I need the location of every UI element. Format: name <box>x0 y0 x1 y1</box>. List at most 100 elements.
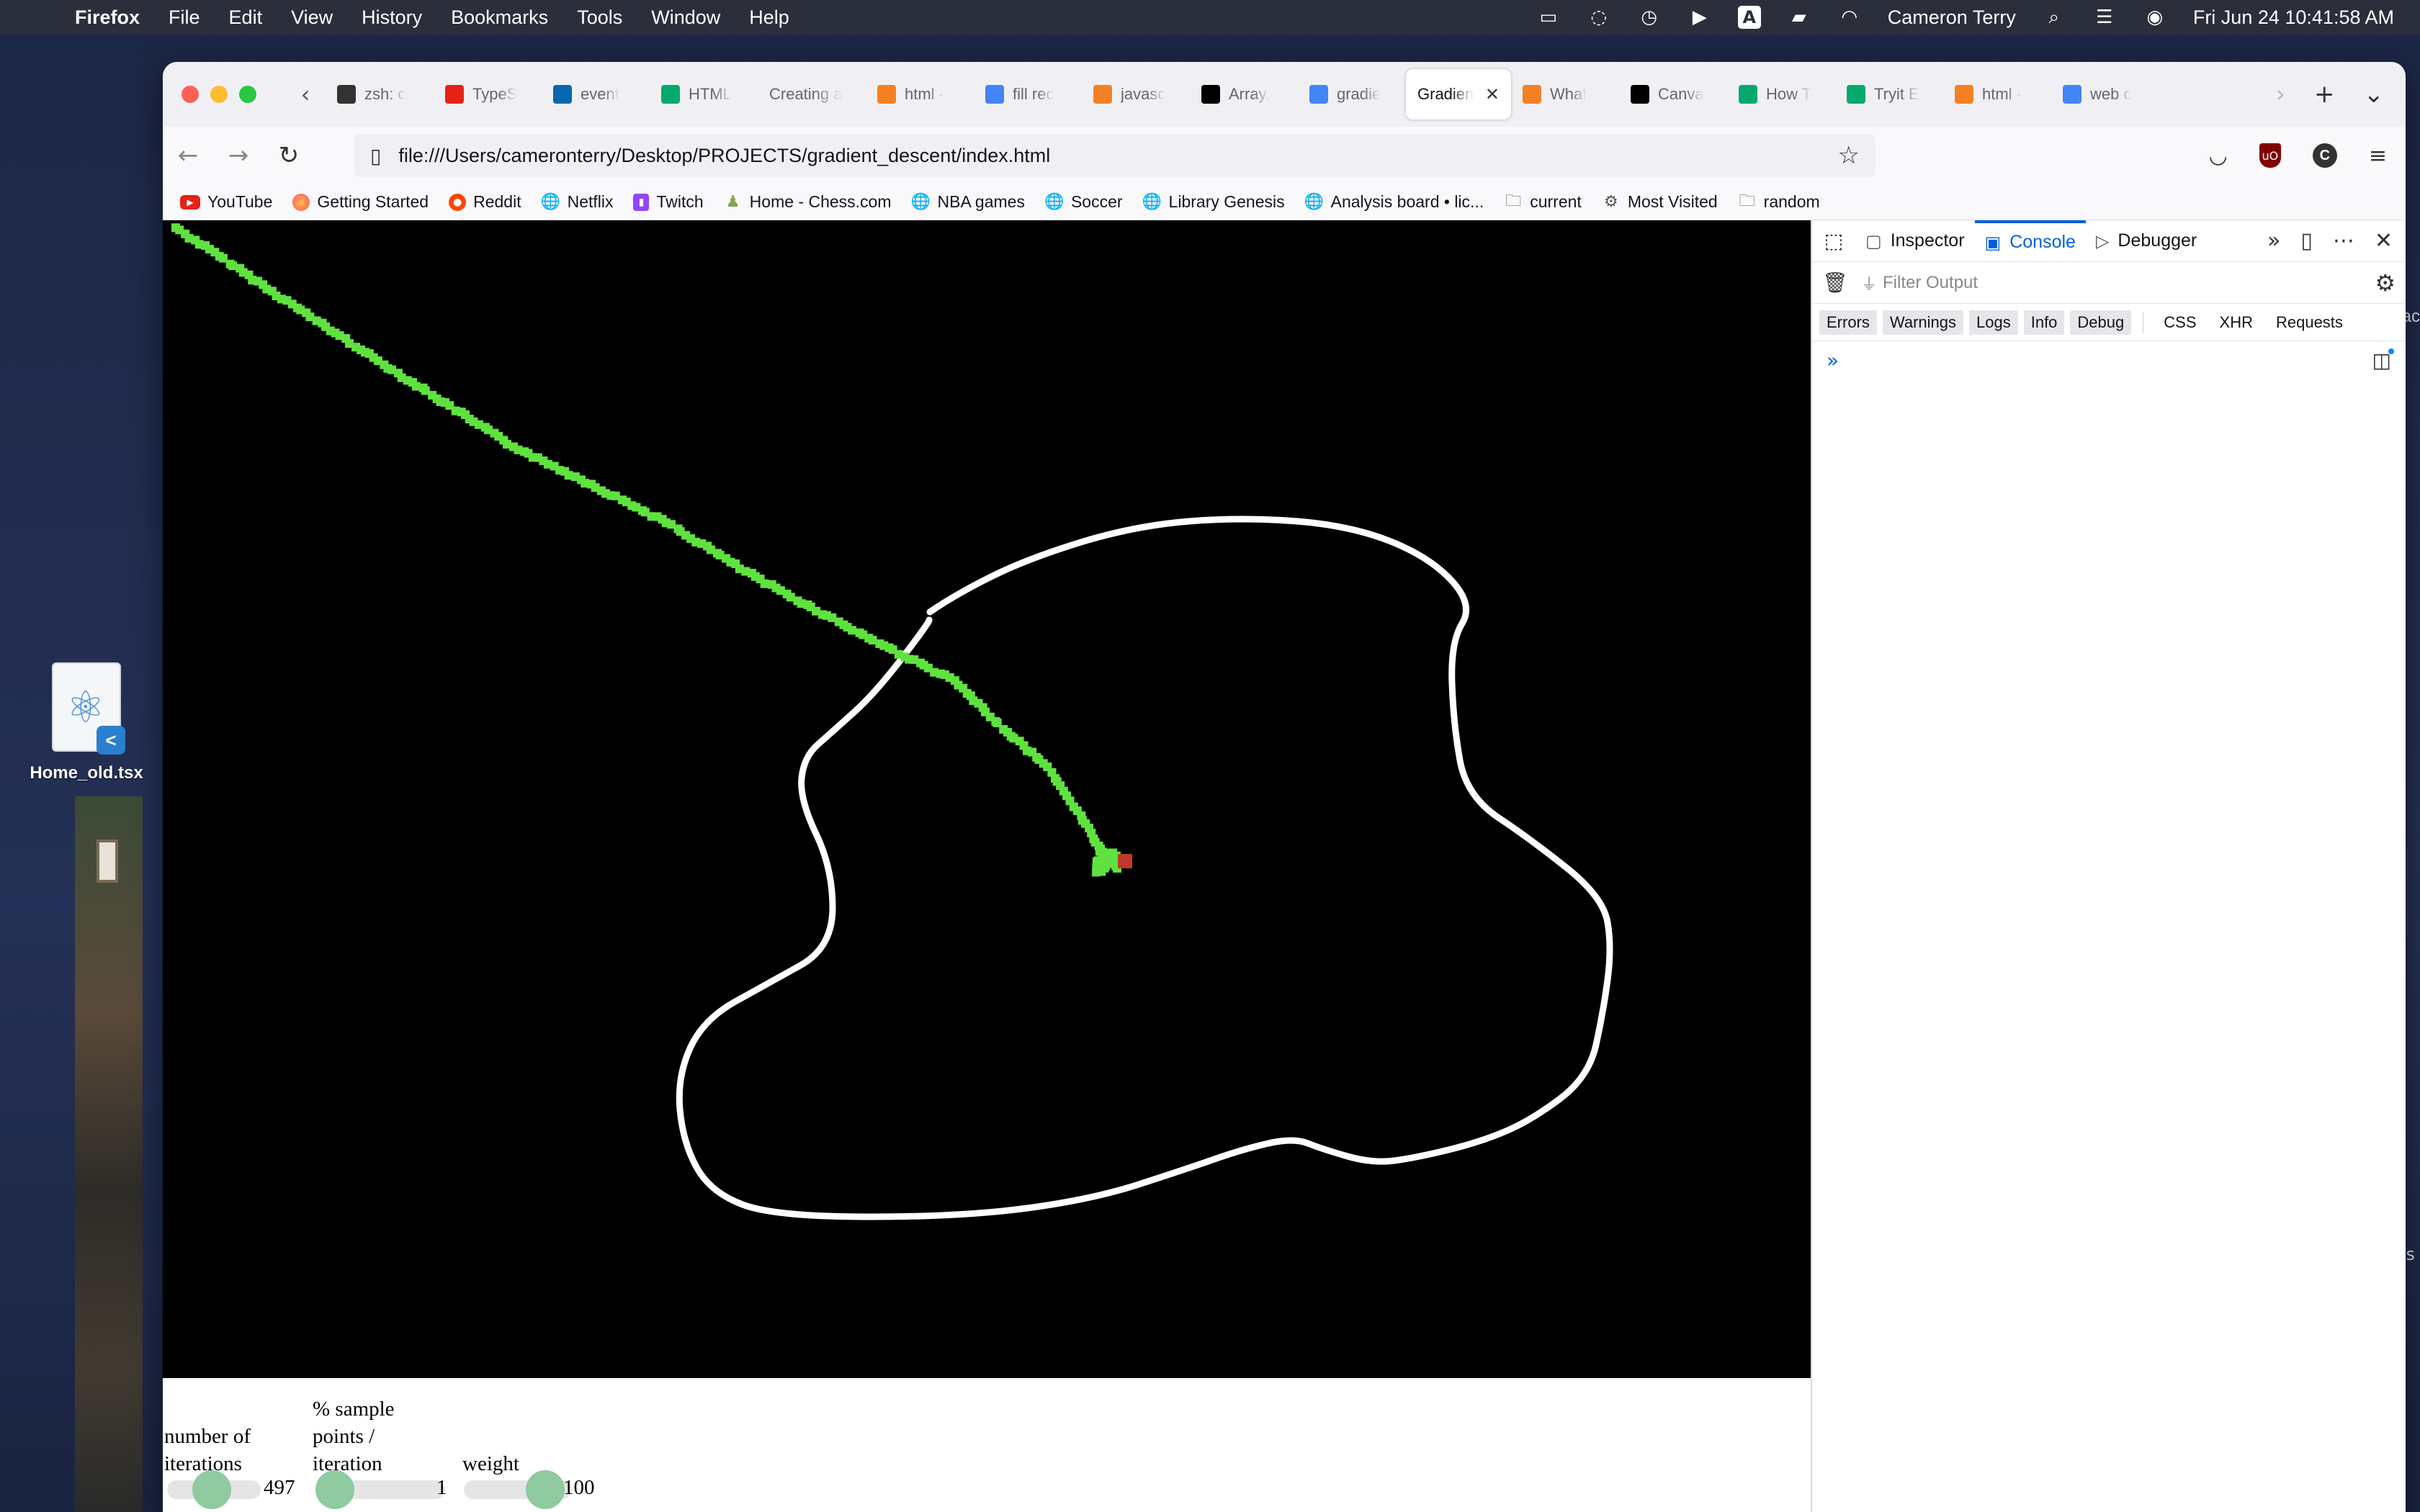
browser-tab[interactable]: HTML <box>650 69 758 120</box>
input-source-icon[interactable]: A <box>1737 6 1761 29</box>
weight-slider[interactable] <box>464 1470 572 1509</box>
back-button[interactable]: ← <box>163 141 213 170</box>
console-settings-icon[interactable]: ⚙ <box>2375 269 2396 297</box>
browser-tab[interactable]: Tryit E <box>1835 69 1943 120</box>
bookmark-item[interactable]: ♟ Home - Chess.com <box>724 192 892 212</box>
weight-slider-thumb[interactable] <box>525 1470 565 1509</box>
browser-tab[interactable]: html - <box>1943 69 2051 120</box>
window-maximize-button[interactable] <box>239 86 256 103</box>
browser-tab[interactable]: fill rec <box>974 69 1082 120</box>
editor-mode-toggle-icon[interactable]: ◫ <box>2372 348 2394 372</box>
bookmark-item[interactable]: ● Reddit <box>449 192 521 212</box>
bookmark-item[interactable]: 🗀 random <box>1738 192 1820 212</box>
bookmark-item[interactable]: 🌐 Analysis board • lic... <box>1304 192 1484 212</box>
control-center-icon[interactable]: ☰ <box>2092 5 2117 30</box>
filter-logs[interactable]: Logs <box>1969 310 2018 335</box>
menu-history[interactable]: History <box>347 6 436 29</box>
time-machine-icon[interactable]: ◷ <box>1637 5 1662 30</box>
console-input[interactable]: » ◫ <box>1812 341 2406 379</box>
browser-tab[interactable]: event <box>542 69 650 120</box>
new-tab-button[interactable]: + <box>2314 80 2335 109</box>
spotlight-search-icon[interactable]: ⌕ <box>2042 5 2066 30</box>
iterations-slider[interactable] <box>167 1470 261 1509</box>
profile-avatar-icon[interactable]: C <box>2312 143 2337 168</box>
tabs-scroll-left-icon[interactable]: ‹ <box>285 81 326 108</box>
gradient-descent-canvas[interactable] <box>163 220 1811 1378</box>
filter-requests[interactable]: Requests <box>2267 310 2352 335</box>
bookmark-item[interactable]: ▶ YouTube <box>180 192 272 212</box>
devtools-close-icon[interactable]: ✕ <box>2375 228 2393 253</box>
tab-inspector[interactable]: ▢ Inspector <box>1855 220 1975 262</box>
sample-points-slider-thumb[interactable] <box>315 1470 354 1509</box>
bookmark-item[interactable]: ⚙ Most Visited <box>1602 192 1718 212</box>
browser-tab[interactable]: web c <box>2051 69 2159 120</box>
bookmark-item[interactable]: 🌐 Netflix <box>541 192 614 212</box>
menubar-user-name[interactable]: Cameron Terry <box>1888 6 2016 29</box>
bookmark-item[interactable]: Getting Started <box>292 192 429 212</box>
bookmark-item[interactable]: ▮ Twitch <box>633 192 704 212</box>
sample-points-slider[interactable] <box>315 1470 445 1509</box>
ublock-origin-icon[interactable]: uO <box>2259 143 2281 168</box>
tab-close-icon[interactable]: ✕ <box>1485 84 1500 104</box>
filter-css[interactable]: CSS <box>2155 310 2205 335</box>
browser-tab[interactable]: html - <box>866 69 974 120</box>
desktop-file-home-old[interactable]: ⚛ < Home_old.tsx <box>14 662 158 783</box>
filter-output-input[interactable]: ⏚ Filter Output <box>1861 271 2375 294</box>
iterations-slider-thumb[interactable] <box>192 1470 232 1509</box>
menu-view[interactable]: View <box>277 6 347 29</box>
url-text[interactable]: file:///Users/cameronterry/Desktop/PROJE… <box>398 145 1837 167</box>
browser-tab[interactable]: How T <box>1727 69 1835 120</box>
menu-bookmarks[interactable]: Bookmarks <box>436 6 563 29</box>
pocket-icon[interactable]: ◡ <box>2209 143 2228 168</box>
browser-tab[interactable]: Canva <box>1619 69 1727 120</box>
bookmark-star-icon[interactable]: ☆ <box>1838 141 1860 170</box>
play-icon[interactable]: ▶ <box>1688 5 1712 30</box>
browser-tab[interactable]: What <box>1511 69 1619 120</box>
browser-tab[interactable]: Creating a <box>758 69 866 120</box>
battery-icon[interactable]: ▰ <box>1787 5 1811 30</box>
bookmark-label: Twitch <box>656 192 704 211</box>
reload-button[interactable]: ↻ <box>264 141 314 170</box>
wifi-icon[interactable]: ◠ <box>1837 5 1862 30</box>
filter-info[interactable]: Info <box>2023 310 2065 335</box>
tabs-scroll-right-icon[interactable]: › <box>2275 80 2285 109</box>
window-minimize-button[interactable] <box>210 86 228 103</box>
more-tools-icon[interactable]: » <box>2267 228 2280 253</box>
cast-icon[interactable]: ▭ <box>1536 5 1561 30</box>
tab-debugger-label: Debugger <box>2118 230 2197 251</box>
browser-tab[interactable]: zsh: c <box>326 69 434 120</box>
forward-button[interactable]: → <box>213 141 264 170</box>
dock-side-icon[interactable]: ▯ <box>2300 228 2313 253</box>
clear-console-icon[interactable]: 🗑 <box>1822 271 1854 294</box>
filter-debug[interactable]: Debug <box>2070 310 2132 335</box>
siri-icon[interactable]: ◉ <box>2143 5 2167 30</box>
bookmark-item[interactable]: 🗀 current <box>1504 192 1582 212</box>
menu-tools[interactable]: Tools <box>563 6 637 29</box>
list-all-tabs-icon[interactable]: ⌄ <box>2364 80 2385 109</box>
menubar-clock[interactable]: Fri Jun 24 10:41:58 AM <box>2193 6 2394 29</box>
sync-icon[interactable]: ◌ <box>1587 5 1611 30</box>
url-bar[interactable]: ▯ file:///Users/cameronterry/Desktop/PRO… <box>354 134 1876 177</box>
browser-tab[interactable]: TypeS <box>434 69 542 120</box>
element-picker-icon[interactable]: ⬚ <box>1812 229 1855 253</box>
tab-active[interactable]: Gradien ✕ <box>1406 69 1511 120</box>
menu-file[interactable]: File <box>154 6 215 29</box>
tab-debugger[interactable]: ▷ Debugger <box>2086 220 2207 262</box>
filter-xhr[interactable]: XHR <box>2211 310 2262 335</box>
devtools-options-icon[interactable]: ⋯ <box>2333 228 2354 253</box>
filter-warnings[interactable]: Warnings <box>1882 310 1963 335</box>
window-close-button[interactable] <box>182 86 199 103</box>
browser-tab[interactable]: Array. <box>1190 69 1298 120</box>
tab-console[interactable]: ▣ Console <box>1974 220 2086 262</box>
browser-tab[interactable]: javasc <box>1082 69 1190 120</box>
bookmark-item[interactable]: 🌐 Soccer <box>1044 192 1122 212</box>
menu-edit[interactable]: Edit <box>215 6 277 29</box>
menu-app-name[interactable]: Firefox <box>72 6 154 29</box>
bookmark-item[interactable]: 🌐 Library Genesis <box>1142 192 1285 212</box>
menu-window[interactable]: Window <box>637 6 735 29</box>
filter-errors[interactable]: Errors <box>1819 310 1877 335</box>
app-menu-icon[interactable]: ≡ <box>2369 143 2387 168</box>
menu-help[interactable]: Help <box>735 6 804 29</box>
browser-tab[interactable]: gradie <box>1298 69 1406 120</box>
bookmark-item[interactable]: 🌐 NBA games <box>911 192 1025 212</box>
